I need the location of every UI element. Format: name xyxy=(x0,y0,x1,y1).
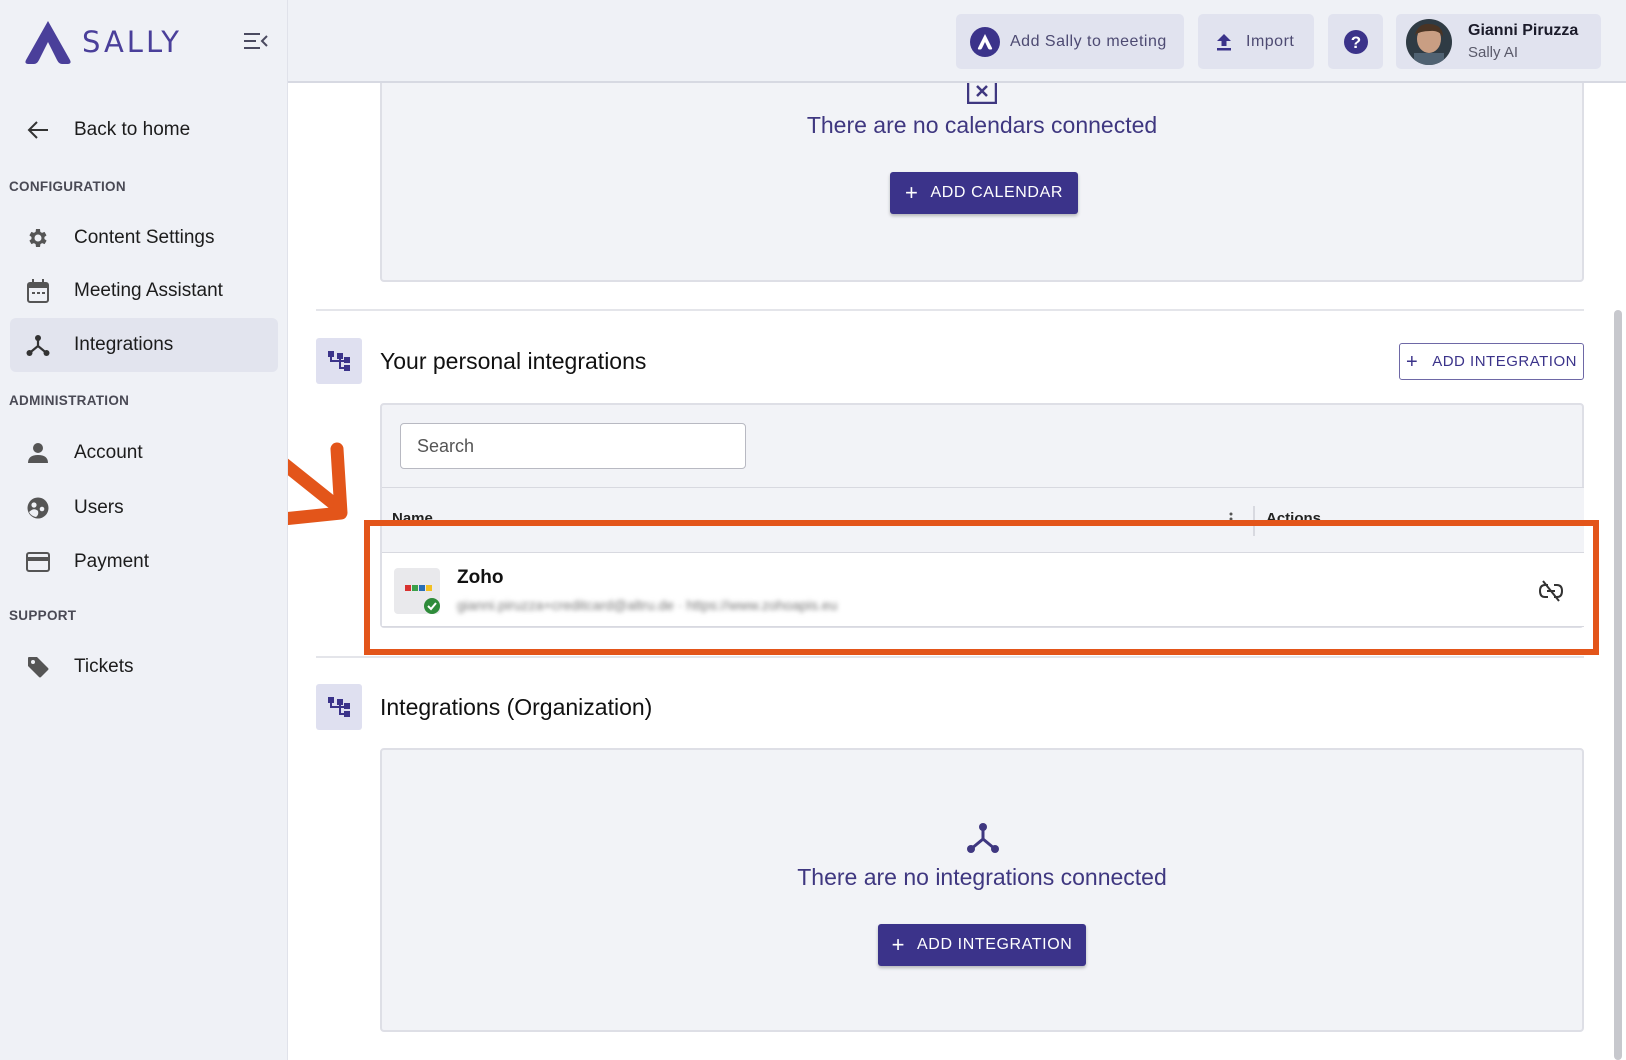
plus-icon: + xyxy=(1406,350,1419,373)
integrations-label: Integrations xyxy=(74,334,174,355)
import-label: Import xyxy=(1246,32,1295,50)
sally-logo-icon xyxy=(25,21,71,64)
sidebar: SALLY Back to home CONFIGURATION Content… xyxy=(0,0,288,1060)
add-sally-label: Add Sally to meeting xyxy=(1010,32,1167,50)
tag-icon xyxy=(24,653,52,681)
add-integration-label: ADD INTEGRATION xyxy=(1432,353,1577,370)
help-button[interactable]: ? xyxy=(1328,14,1383,69)
section-label-administration: ADMINISTRATION xyxy=(9,393,130,408)
plus-icon: + xyxy=(904,180,919,205)
import-button[interactable]: Import xyxy=(1198,14,1314,69)
personal-integrations-section-icon xyxy=(316,338,362,384)
upload-icon xyxy=(1217,33,1231,50)
plus-icon: + xyxy=(891,932,906,957)
add-org-integration-button[interactable]: + ADD INTEGRATION xyxy=(878,924,1086,966)
add-personal-integration-button[interactable]: + ADD INTEGRATION xyxy=(1399,343,1584,380)
user-name: Gianni Piruzza xyxy=(1468,22,1579,39)
sidebar-item-meeting-assistant[interactable]: Meeting Assistant xyxy=(10,264,278,318)
top-header: Add Sally to meeting Import ? Gianni Pir… xyxy=(288,0,1626,83)
section-label-support: SUPPORT xyxy=(9,608,77,623)
users-globe-icon xyxy=(24,494,52,522)
scrollbar[interactable] xyxy=(1614,310,1622,1060)
person-icon xyxy=(24,439,52,467)
sidebar-item-account[interactable]: Account xyxy=(10,426,278,480)
add-calendar-button[interactable]: + ADD CALENDAR xyxy=(890,172,1078,214)
content-settings-label: Content Settings xyxy=(74,227,215,248)
sidebar-item-content-settings[interactable]: Content Settings xyxy=(10,211,278,265)
account-label: Account xyxy=(74,442,143,463)
no-integrations-text: There are no integrations connected xyxy=(797,864,1167,890)
sidebar-item-tickets[interactable]: Tickets xyxy=(10,640,278,694)
svg-text:?: ? xyxy=(1350,33,1360,52)
org-integrations-empty-panel: There are no integrations connected + AD… xyxy=(380,748,1584,1032)
section-divider xyxy=(316,309,1584,311)
arrow-left-icon xyxy=(24,116,52,144)
add-integration-label: ADD INTEGRATION xyxy=(917,936,1073,953)
sidebar-item-integrations[interactable]: Integrations xyxy=(10,318,278,372)
hierarchy-icon xyxy=(328,697,350,717)
sally-logo-icon xyxy=(970,26,1000,57)
tickets-label: Tickets xyxy=(74,656,134,677)
integrations-icon xyxy=(967,823,999,853)
no-calendars-text: There are no calendars connected xyxy=(806,112,1158,138)
collapse-menu-icon[interactable] xyxy=(244,30,268,52)
org-integrations-section-icon xyxy=(316,684,362,730)
logo[interactable]: SALLY xyxy=(22,18,182,66)
highlight-box xyxy=(364,520,1599,655)
add-sally-to-meeting-button[interactable]: Add Sally to meeting xyxy=(956,14,1184,69)
integrations-icon xyxy=(24,331,52,359)
help-icon: ? xyxy=(1343,29,1368,54)
avatar xyxy=(1406,18,1452,65)
org-integrations-title: Integrations (Organization) xyxy=(380,694,653,720)
gear-icon xyxy=(24,224,52,252)
hierarchy-icon xyxy=(328,351,350,371)
add-calendar-label: ADD CALENDAR xyxy=(930,184,1063,201)
users-label: Users xyxy=(74,497,124,518)
calendars-empty-panel: There are no calendars connected + ADD C… xyxy=(380,60,1584,282)
search-input[interactable] xyxy=(400,423,746,469)
section-label-configuration: CONFIGURATION xyxy=(9,179,126,194)
credit-card-icon xyxy=(24,548,52,576)
personal-integrations-title: Your personal integrations xyxy=(380,348,647,374)
brand-name: SALLY xyxy=(82,25,182,59)
user-organization: Sally AI xyxy=(1468,44,1519,61)
back-to-home-link[interactable]: Back to home xyxy=(10,103,278,157)
payment-label: Payment xyxy=(74,551,149,572)
section-divider xyxy=(316,656,1584,658)
user-menu[interactable]: Gianni Piruzza Sally AI xyxy=(1396,14,1601,69)
back-to-home-label: Back to home xyxy=(74,119,191,140)
sidebar-item-payment[interactable]: Payment xyxy=(10,535,278,589)
calendar-icon xyxy=(24,277,52,305)
sidebar-item-users[interactable]: Users xyxy=(10,481,278,535)
meeting-assistant-label: Meeting Assistant xyxy=(74,280,223,301)
